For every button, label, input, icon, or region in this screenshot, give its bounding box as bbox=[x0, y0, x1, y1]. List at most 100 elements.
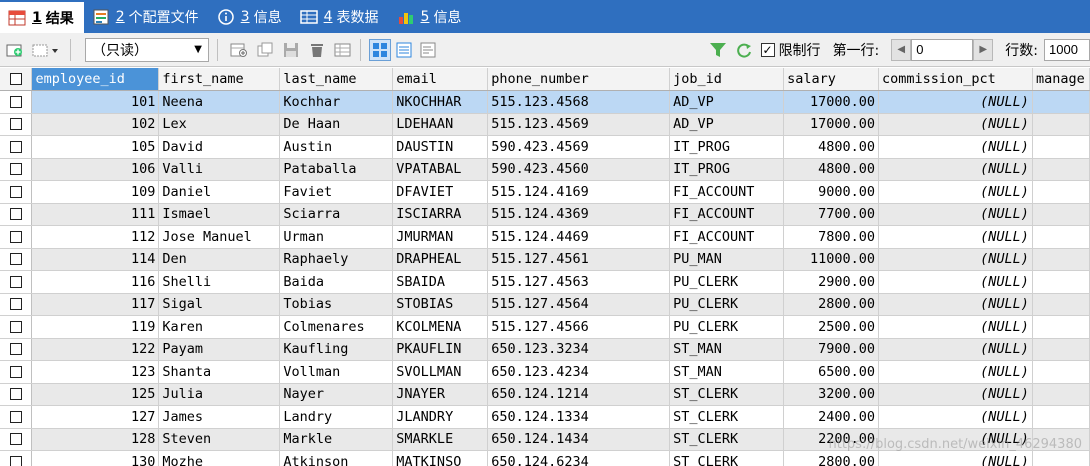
row-checkbox[interactable] bbox=[9, 118, 22, 131]
table-cell[interactable] bbox=[1032, 158, 1090, 181]
table-cell[interactable]: FI_ACCOUNT bbox=[669, 225, 785, 249]
table-cell[interactable]: Landry bbox=[279, 405, 394, 429]
row-select-cell[interactable] bbox=[0, 135, 33, 159]
table-cell[interactable]: IT_PROG bbox=[669, 135, 785, 159]
row-select-cell[interactable] bbox=[0, 338, 33, 361]
table-cell[interactable]: 515.127.4566 bbox=[487, 315, 671, 339]
table-cell[interactable]: VPATABAL bbox=[392, 158, 489, 181]
table-cell[interactable]: (NULL) bbox=[878, 113, 1033, 136]
table-cell[interactable]: ST_CLERK bbox=[669, 383, 785, 406]
table-cell[interactable]: 6500.00 bbox=[783, 360, 880, 384]
table-cell[interactable]: (NULL) bbox=[878, 360, 1033, 384]
table-cell[interactable] bbox=[1032, 135, 1090, 159]
table-cell[interactable]: (NULL) bbox=[878, 293, 1033, 316]
table-cell[interactable]: Lex bbox=[158, 113, 281, 136]
table-cell[interactable]: 515.127.4564 bbox=[487, 293, 671, 316]
table-cell[interactable]: 122 bbox=[31, 338, 160, 361]
table-cell[interactable] bbox=[1032, 270, 1090, 294]
table-cell[interactable]: 515.123.4569 bbox=[487, 113, 671, 136]
row-checkbox[interactable] bbox=[9, 433, 22, 446]
row-checkbox[interactable] bbox=[9, 365, 22, 378]
limit-rows-checkbox[interactable]: ✓ bbox=[760, 42, 775, 57]
table-cell[interactable]: Sigal bbox=[158, 293, 281, 316]
table-cell[interactable]: Jose Manuel bbox=[158, 225, 281, 249]
table-cell[interactable]: Daniel bbox=[158, 180, 281, 204]
table-cell[interactable]: DAUSTIN bbox=[392, 135, 489, 159]
table-cell[interactable]: 3200.00 bbox=[783, 383, 880, 406]
table-cell[interactable]: Nayer bbox=[279, 383, 394, 406]
table-cell[interactable]: 650.124.1214 bbox=[487, 383, 671, 406]
duplicate-row-icon[interactable] bbox=[30, 39, 64, 61]
table-cell[interactable]: PKAUFLIN bbox=[392, 338, 489, 361]
table-cell[interactable]: STOBIAS bbox=[392, 293, 489, 316]
refresh-icon[interactable] bbox=[733, 39, 755, 61]
table-cell[interactable] bbox=[1032, 450, 1090, 466]
save-icon[interactable] bbox=[280, 39, 302, 61]
table-cell[interactable]: 105 bbox=[31, 135, 160, 159]
table-cell[interactable]: Steven bbox=[158, 428, 281, 451]
row-select-cell[interactable] bbox=[0, 270, 33, 294]
table-cell[interactable]: AD_VP bbox=[669, 113, 785, 136]
table-cell[interactable]: 2800.00 bbox=[783, 450, 880, 466]
table-cell[interactable]: DRAPHEAL bbox=[392, 248, 489, 271]
table-cell[interactable]: Vollman bbox=[279, 360, 394, 384]
table-cell[interactable]: Karen bbox=[158, 315, 281, 339]
table-row[interactable]: 122 Payam Kaufling PKAUFLIN 650.123.3234 ST_M… bbox=[0, 338, 1090, 361]
row-select-cell[interactable] bbox=[0, 158, 33, 181]
row-checkbox[interactable] bbox=[9, 163, 22, 176]
table-row[interactable]: 102 Lex De Haan LDEHAAN 515.123.4569 AD_VP 170… bbox=[0, 113, 1090, 136]
row-select-cell[interactable] bbox=[0, 383, 33, 406]
table-cell[interactable] bbox=[1032, 315, 1090, 339]
table-row[interactable]: 116 Shelli Baida SBAIDA 515.127.4563 PU_CLERK… bbox=[0, 270, 1090, 294]
table-cell[interactable]: LDEHAAN bbox=[392, 113, 489, 136]
table-cell[interactable] bbox=[1032, 338, 1090, 361]
row-checkbox[interactable] bbox=[9, 230, 22, 243]
table-row[interactable]: 105 David Austin DAUSTIN 590.423.4569 IT_PROG… bbox=[0, 135, 1090, 159]
table-cell[interactable]: Pataballa bbox=[279, 158, 394, 181]
row-checkbox[interactable] bbox=[9, 410, 22, 423]
table-cell[interactable]: (NULL) bbox=[878, 203, 1033, 226]
next-page-button[interactable]: ▶ bbox=[973, 38, 994, 61]
table-cell[interactable]: 9000.00 bbox=[783, 180, 880, 204]
table-cell[interactable]: Mozhe bbox=[158, 450, 281, 466]
table-cell[interactable]: PU_CLERK bbox=[669, 270, 785, 294]
column-header[interactable]: phone_number bbox=[487, 68, 671, 91]
table-cell[interactable] bbox=[1032, 293, 1090, 316]
row-select-cell[interactable] bbox=[0, 113, 33, 136]
table-cell[interactable]: IT_PROG bbox=[669, 158, 785, 181]
table-cell[interactable]: 4800.00 bbox=[783, 135, 880, 159]
grid-view-icon[interactable] bbox=[369, 38, 391, 61]
table-cell[interactable]: 111 bbox=[31, 203, 160, 226]
column-header[interactable]: commission_pct bbox=[878, 68, 1033, 91]
table-row[interactable]: 106 Valli Pataballa VPATABAL 590.423.4560 IT_… bbox=[0, 158, 1090, 181]
table-cell[interactable]: 7700.00 bbox=[783, 203, 880, 226]
column-header[interactable]: email bbox=[392, 68, 489, 91]
table-cell[interactable]: 128 bbox=[31, 428, 160, 451]
table-cell[interactable]: Atkinson bbox=[279, 450, 394, 466]
table-cell[interactable]: Sciarra bbox=[279, 203, 394, 226]
table-cell[interactable]: David bbox=[158, 135, 281, 159]
table-cell[interactable]: 106 bbox=[31, 158, 160, 181]
table-cell[interactable]: (NULL) bbox=[878, 225, 1033, 249]
column-header[interactable]: first_name bbox=[158, 68, 281, 91]
first-row-input[interactable] bbox=[911, 38, 974, 61]
table-cell[interactable]: Valli bbox=[158, 158, 281, 181]
table-row[interactable]: 123 Shanta Vollman SVOLLMAN 650.123.4234 ST_M… bbox=[0, 360, 1090, 384]
row-checkbox[interactable] bbox=[9, 320, 22, 333]
text-view-icon[interactable] bbox=[417, 39, 439, 61]
add-row-icon[interactable] bbox=[4, 39, 26, 61]
table-cell[interactable]: 650.123.3234 bbox=[487, 338, 671, 361]
table-cell[interactable]: 515.127.4561 bbox=[487, 248, 671, 271]
table-cell[interactable]: Shelli bbox=[158, 270, 281, 294]
table-cell[interactable]: 114 bbox=[31, 248, 160, 271]
table-cell[interactable]: DFAVIET bbox=[392, 180, 489, 204]
table-cell[interactable]: Kaufling bbox=[279, 338, 394, 361]
table-cell[interactable]: 109 bbox=[31, 180, 160, 204]
table-cell[interactable]: 102 bbox=[31, 113, 160, 136]
table-cell[interactable]: ISCIARRA bbox=[392, 203, 489, 226]
table-cell[interactable]: 515.124.4369 bbox=[487, 203, 671, 226]
select-all-checkbox[interactable] bbox=[9, 73, 22, 85]
row-select-cell[interactable] bbox=[0, 360, 33, 384]
row-checkbox[interactable] bbox=[9, 185, 22, 198]
table-cell[interactable]: 590.423.4560 bbox=[487, 158, 671, 181]
